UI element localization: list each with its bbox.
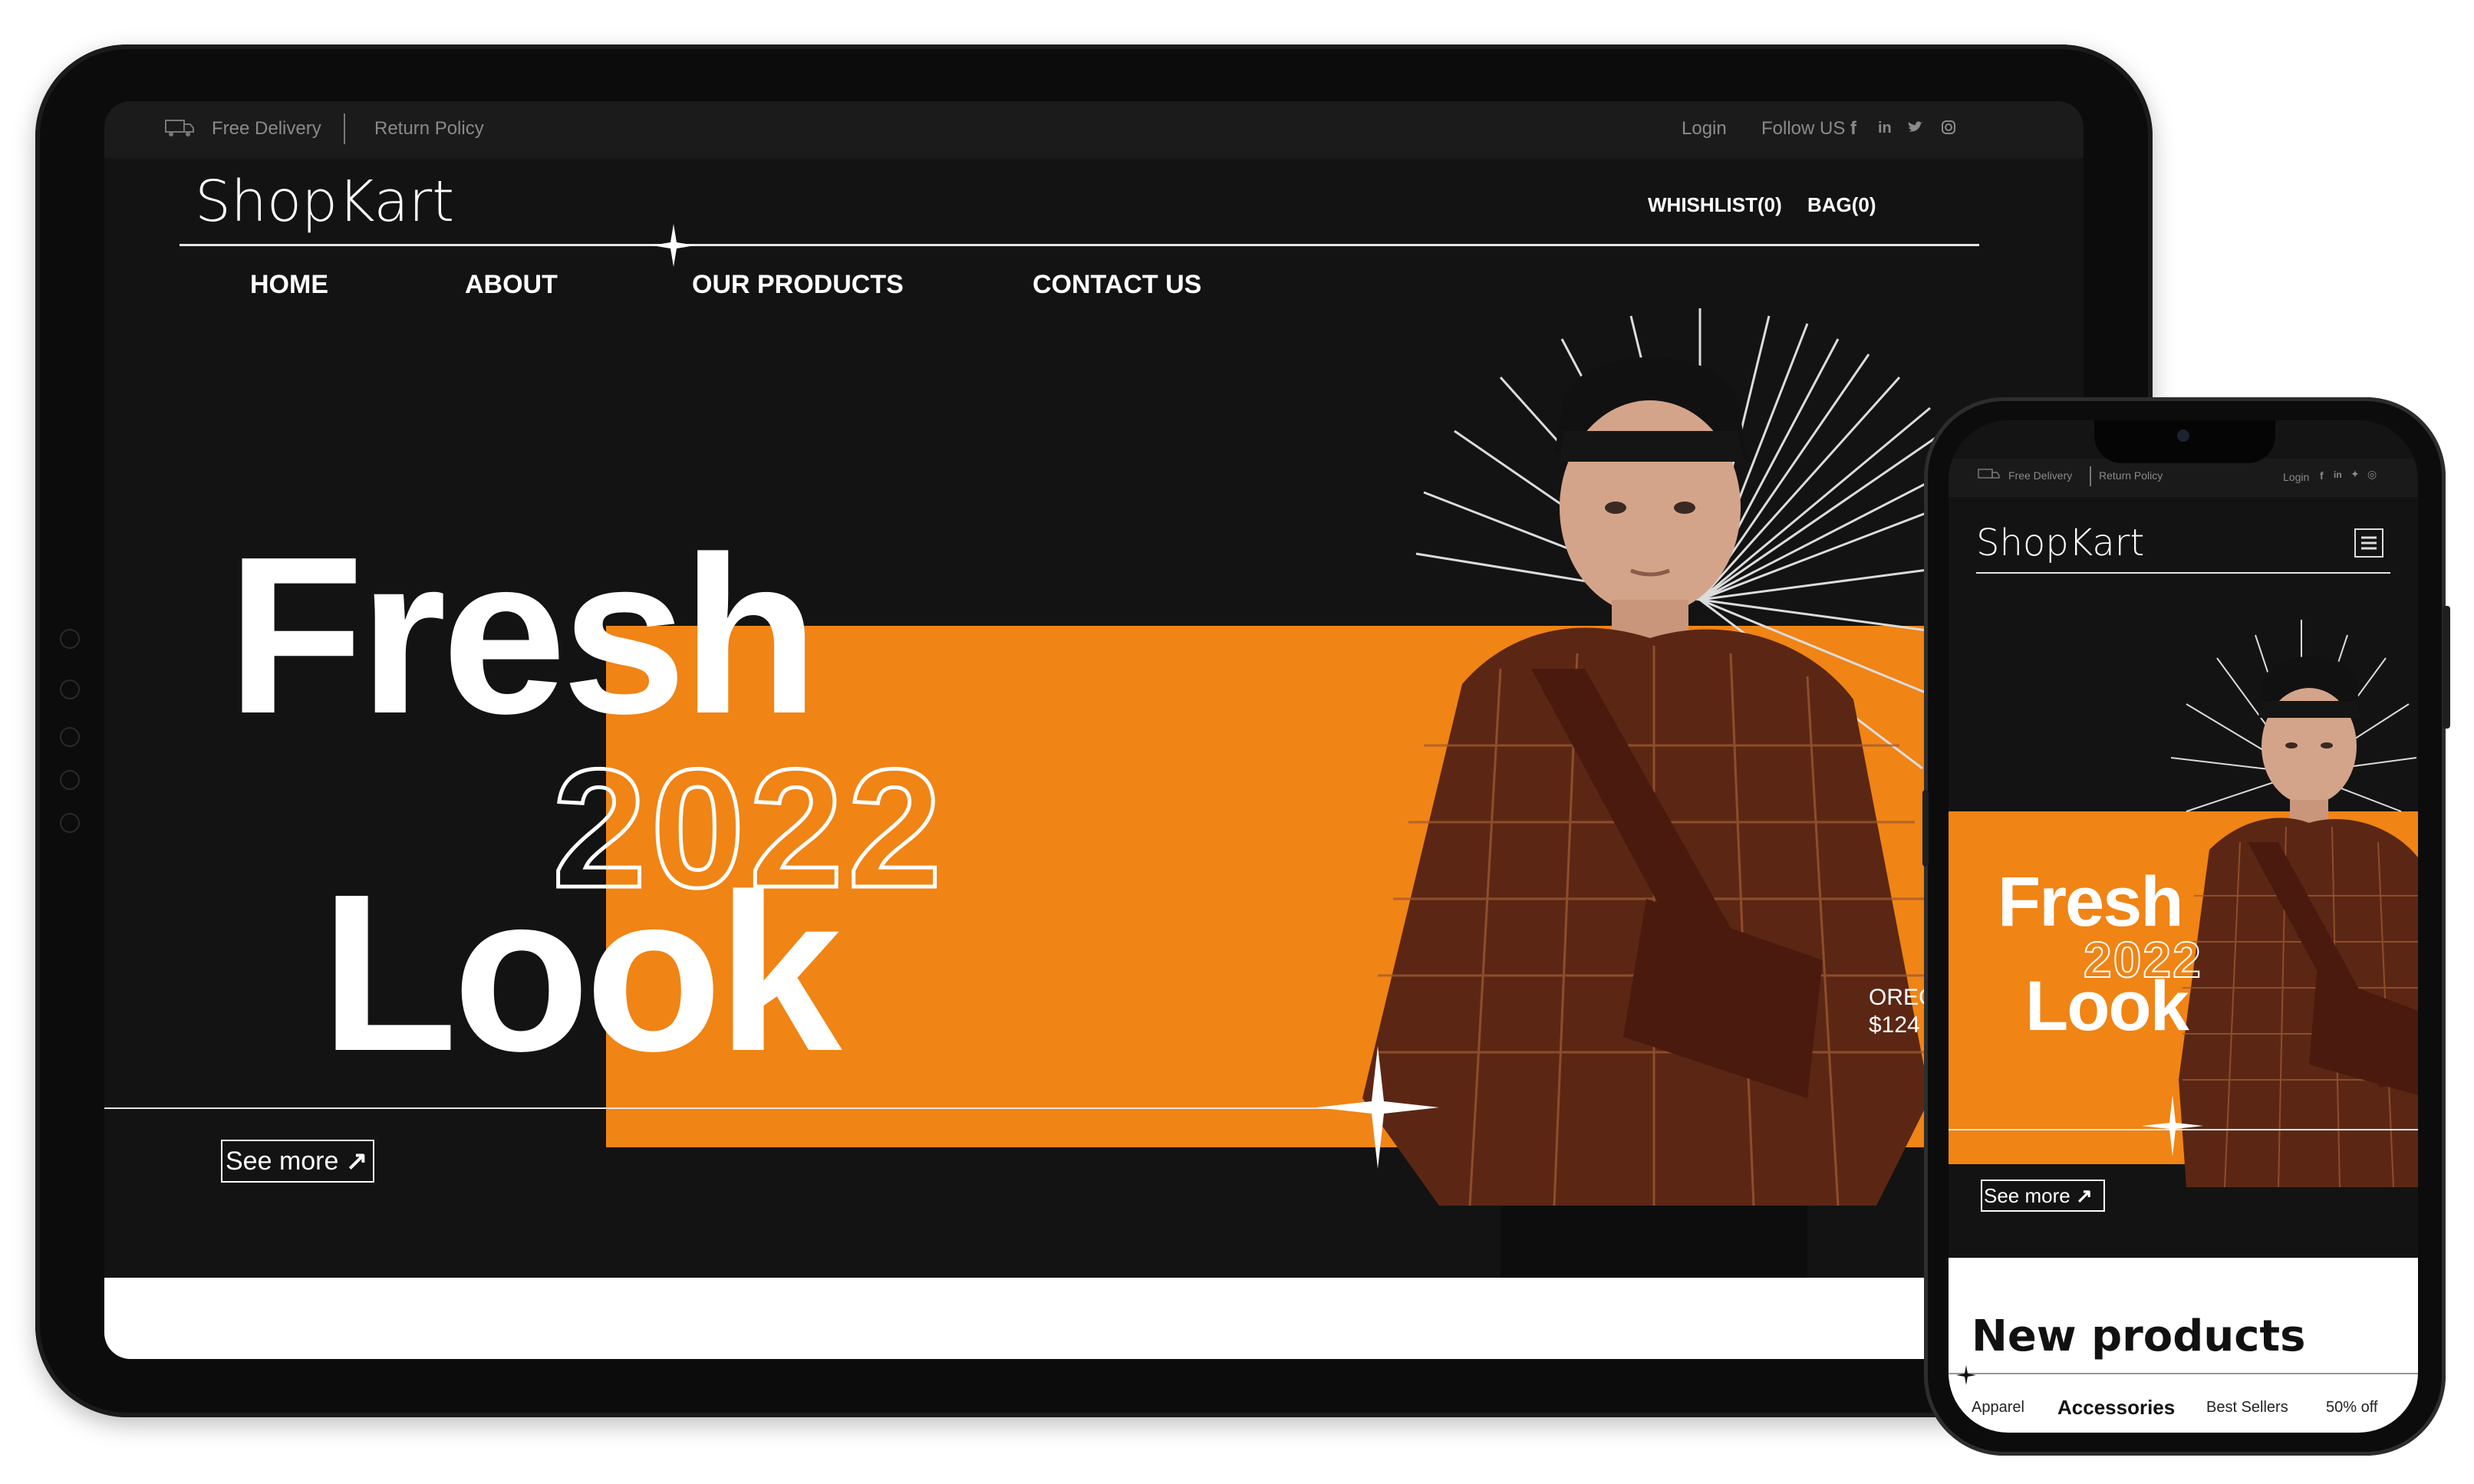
- hero-line-fresh: Fresh: [227, 510, 819, 760]
- section-divider: [1949, 1373, 2418, 1374]
- see-more-label: See more: [226, 1147, 339, 1176]
- sparkle-icon: [2142, 1095, 2203, 1157]
- tab-accessories[interactable]: Accessories: [2057, 1396, 2175, 1420]
- site-logo[interactable]: ShopKart: [195, 169, 454, 235]
- nav-our-products[interactable]: OUR PRODUCTS: [692, 270, 904, 300]
- tablet-screen: Free Delivery Return Policy Login Follow…: [104, 101, 2084, 1359]
- new-products-heading: New products: [1972, 1311, 2306, 1361]
- facebook-icon[interactable]: f: [2320, 469, 2324, 482]
- phone-see-more-button[interactable]: See more ↗: [1981, 1180, 2105, 1212]
- nav-home[interactable]: HOME: [250, 270, 328, 300]
- sparkle-icon: [1956, 1365, 1976, 1385]
- truck-icon: [165, 120, 194, 137]
- phone-side-button: [1922, 790, 1929, 867]
- free-delivery-link[interactable]: Free Delivery: [212, 118, 321, 140]
- tab-50-off[interactable]: 50% off: [2326, 1399, 2377, 1417]
- instagram-icon[interactable]: ◎: [2367, 468, 2377, 481]
- follow-us-label: Follow US: [1761, 118, 1846, 139]
- camera-icon: [2177, 429, 2189, 442]
- nav-about[interactable]: ABOUT: [465, 270, 558, 300]
- arrow-up-right-icon: ↗: [345, 1147, 368, 1176]
- sparkle-icon: [1316, 1046, 1439, 1169]
- truck-icon: [1978, 469, 2000, 479]
- model-photo: [1362, 357, 1930, 1282]
- linkedin-icon[interactable]: in: [2334, 469, 2342, 480]
- tablet-side-button: [60, 629, 80, 649]
- nav-contact-us[interactable]: CONTACT US: [1033, 270, 1201, 300]
- twitter-icon[interactable]: [1907, 120, 1924, 135]
- facebook-icon[interactable]: f: [1850, 118, 1856, 140]
- return-policy-link[interactable]: Return Policy: [374, 118, 484, 140]
- phone-header-divider: [1976, 572, 2390, 574]
- phone-return-policy[interactable]: Return Policy: [2099, 469, 2163, 482]
- instagram-icon[interactable]: [1941, 120, 1956, 135]
- see-more-button[interactable]: See more ↗: [221, 1140, 374, 1183]
- see-more-label: See more: [1984, 1184, 2070, 1207]
- hero-divider: [104, 1107, 1408, 1109]
- phone-hero-line-fresh: Fresh: [1998, 863, 2184, 941]
- wishlist-link[interactable]: WHISHLIST(0): [1648, 193, 1782, 217]
- phone-login[interactable]: Login: [2283, 471, 2309, 483]
- bag-link[interactable]: BAG(0): [1807, 193, 1876, 217]
- tab-best-sellers[interactable]: Best Sellers: [2206, 1399, 2288, 1417]
- arrow-up-right-icon: ↗: [2075, 1184, 2093, 1207]
- phone-site-logo[interactable]: ShopKart: [1976, 522, 2144, 564]
- linkedin-icon[interactable]: in: [1878, 120, 1892, 137]
- phone-hero-line-look: Look: [2025, 967, 2189, 1045]
- hamburger-menu-icon[interactable]: [2354, 528, 2384, 558]
- tablet-side-button: [60, 813, 80, 833]
- sparkle-icon: [652, 224, 695, 267]
- content-strip: [104, 1278, 2084, 1359]
- login-link[interactable]: Login: [1682, 118, 1727, 140]
- phone-notch: [2094, 420, 2275, 463]
- tablet-side-button: [60, 679, 80, 699]
- phone-free-delivery[interactable]: Free Delivery: [2008, 469, 2072, 482]
- model-photo: [2179, 656, 2418, 1187]
- phone-new-products-section: New products Apparel Accessories Best Se…: [1949, 1258, 2418, 1433]
- twitter-icon[interactable]: ✦: [2350, 468, 2360, 481]
- product-price: $124: [1869, 1012, 1920, 1038]
- utility-bar: Free Delivery Return Policy Login Follow…: [104, 101, 2084, 158]
- tablet-side-button: [60, 770, 80, 790]
- tablet-side-button: [60, 727, 80, 747]
- hero-line-look: Look: [321, 847, 842, 1097]
- phone-utility-bar: Free Delivery Return Policy Login f in ✦…: [1949, 459, 2418, 497]
- header-divider: [180, 244, 1979, 246]
- tab-apparel[interactable]: Apparel: [1972, 1399, 2024, 1417]
- phone-screen: Free Delivery Return Policy Login f in ✦…: [1949, 420, 2418, 1433]
- divider: [2090, 466, 2091, 486]
- phone-side-button: [2443, 606, 2450, 729]
- divider: [344, 114, 345, 144]
